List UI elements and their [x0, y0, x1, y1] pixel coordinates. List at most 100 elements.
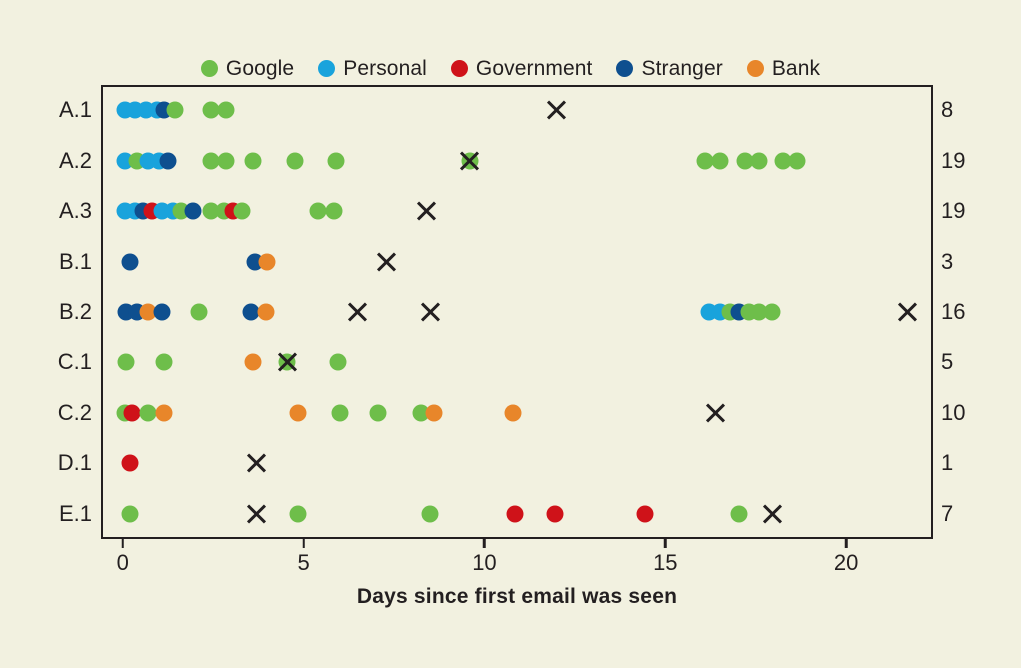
row-label-B-1: B.1 [58, 248, 92, 274]
legend-item-google[interactable]: Google [200, 56, 295, 80]
data-point [289, 404, 307, 422]
x-tick [844, 539, 848, 548]
row-count-C-1: 5 [941, 349, 954, 375]
x-axis-title: Days since first email was seen [356, 585, 678, 608]
data-point [309, 202, 327, 220]
data-point [289, 505, 307, 523]
legend-item-stranger[interactable]: Stranger [616, 56, 723, 80]
data-point [331, 404, 349, 422]
row-label-D-1: D.1 [57, 450, 92, 476]
legend-swatch-icon [450, 59, 468, 77]
data-point [117, 353, 135, 371]
x-marker-icon [245, 451, 269, 475]
plot-area [101, 85, 933, 539]
data-point [121, 454, 139, 472]
data-point [123, 404, 141, 422]
data-point [184, 202, 202, 220]
data-point [233, 202, 251, 220]
x-tick [302, 539, 305, 548]
data-point [369, 404, 387, 422]
legend-swatch-icon [318, 59, 336, 77]
row-count-A-1: 8 [941, 97, 954, 123]
data-point [217, 101, 235, 119]
x-tick [664, 539, 667, 548]
row-label-B-2: B.2 [58, 299, 92, 324]
x-marker-icon [896, 300, 920, 324]
legend-label: Personal [343, 56, 427, 80]
data-point [244, 152, 262, 170]
data-point [425, 404, 443, 422]
legend-item-personal[interactable]: Personal [318, 58, 427, 79]
x-marker-icon [346, 300, 370, 324]
x-marker-icon [275, 350, 299, 374]
legend-swatch-icon [746, 59, 764, 77]
data-point [730, 505, 748, 523]
row-count-A-2: 19 [941, 147, 966, 173]
legend-label: Bank [771, 56, 821, 80]
x-marker-icon [760, 502, 784, 526]
legend-label: Google [225, 56, 295, 80]
data-point [750, 152, 768, 170]
row-label-C-1: C.1 [57, 349, 92, 375]
row-count-A-3: 19 [941, 198, 966, 224]
row-label-C-2: C.2 [57, 399, 92, 425]
data-point [155, 353, 173, 371]
row-count-E-1: 7 [941, 500, 954, 526]
chart-legend: Google Personal Government Stranger Bank [0, 52, 1021, 84]
row-count-axis: 8 19 19 3 16 5 10 1 7 [941, 85, 1011, 539]
x-marker-icon [245, 502, 269, 526]
data-point [327, 152, 345, 170]
x-marker-icon [418, 300, 442, 324]
row-count-C-2: 10 [941, 399, 966, 425]
x-marker-icon [458, 149, 482, 173]
x-marker-icon [375, 250, 399, 274]
legend-item-bank[interactable]: Bank [746, 56, 821, 80]
x-marker-icon [704, 401, 728, 425]
data-point [190, 303, 208, 321]
legend-label: Government [475, 56, 593, 80]
data-point [159, 152, 177, 170]
data-point [155, 404, 173, 422]
data-point [506, 505, 524, 523]
data-point [329, 353, 347, 371]
row-label-A-3: A.3 [58, 198, 92, 224]
x-marker-icon [415, 199, 439, 223]
data-point [546, 505, 564, 523]
data-point [217, 152, 235, 170]
row-count-B-1: 3 [941, 248, 954, 274]
data-point [121, 505, 139, 523]
data-point [763, 303, 781, 321]
data-point [421, 505, 439, 523]
scatter-chart: Google Personal Government Stranger Bank A.1… [0, 0, 1021, 668]
data-point [153, 303, 171, 321]
data-point [139, 404, 157, 422]
x-tick [121, 539, 124, 548]
data-point [636, 505, 654, 523]
data-point [244, 353, 262, 371]
row-label-A-2: A.2 [58, 147, 92, 173]
row-count-B-2: 16 [941, 299, 966, 324]
data-point [504, 404, 522, 422]
data-point [286, 152, 304, 170]
legend-swatch-icon [616, 59, 634, 77]
x-tick [483, 539, 486, 548]
data-point [257, 303, 275, 321]
data-point [325, 202, 343, 220]
data-point [711, 152, 729, 170]
x-tick-label: 5 [297, 550, 310, 575]
legend-label: Stranger [641, 56, 723, 80]
legend-item-government[interactable]: Government [450, 56, 593, 80]
row-count-D-1: 1 [941, 450, 954, 476]
legend-swatch-icon [200, 59, 218, 77]
x-tick-label: 20 [833, 550, 859, 575]
data-point [121, 253, 139, 271]
x-marker-icon [545, 98, 569, 122]
x-tick-label: 10 [472, 550, 497, 575]
data-point [258, 253, 276, 271]
x-tick-label: 0 [116, 550, 129, 575]
x-tick-label: 15 [653, 550, 678, 575]
row-labels-axis: A.1 A.2 A.3 B.1 B.2 C.1 C.2 D.1 E.1 [0, 85, 92, 539]
data-point [166, 101, 184, 119]
data-point [788, 152, 806, 170]
row-label-E-1: E.1 [58, 500, 92, 526]
